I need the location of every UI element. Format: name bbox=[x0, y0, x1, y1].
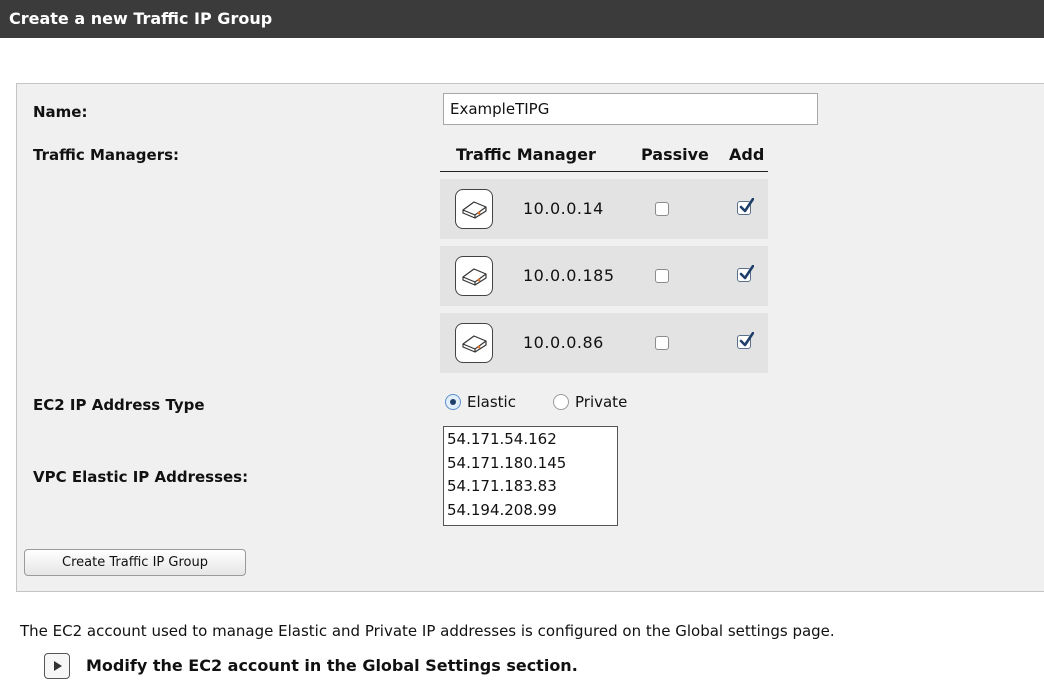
table-header-divider bbox=[440, 171, 768, 172]
name-field[interactable] bbox=[443, 93, 818, 125]
page-title: Create a new Traffic IP Group bbox=[0, 0, 1044, 38]
passive-column-header: Passive bbox=[641, 145, 709, 164]
list-item[interactable]: 54.171.54.162 bbox=[444, 428, 617, 452]
traffic-manager-ip: 10.0.0.86 bbox=[523, 333, 604, 352]
traffic-managers-label: Traffic Managers: bbox=[33, 146, 180, 164]
list-item[interactable]: 54.171.180.145 bbox=[444, 452, 617, 476]
traffic-manager-ip: 10.0.0.14 bbox=[523, 199, 604, 218]
server-icon bbox=[455, 323, 493, 363]
create-traffic-ip-group-button[interactable]: Create Traffic IP Group bbox=[24, 549, 246, 576]
vpc-elastic-ip-label: VPC Elastic IP Addresses: bbox=[33, 468, 249, 486]
traffic-manager-ip: 10.0.0.185 bbox=[523, 266, 615, 285]
elastic-radio-label: Elastic bbox=[467, 393, 516, 411]
traffic-manager-column-header: Traffic Manager bbox=[456, 145, 596, 164]
passive-checkbox[interactable] bbox=[655, 269, 669, 283]
list-item[interactable]: 54.171.183.83 bbox=[444, 475, 617, 499]
vpc-elastic-ip-listbox[interactable]: 54.171.54.162 54.171.180.145 54.171.183.… bbox=[443, 426, 618, 526]
modify-ec2-account-link[interactable]: Modify the EC2 account in the Global Set… bbox=[86, 656, 578, 675]
add-checkbox[interactable] bbox=[737, 198, 754, 215]
add-checkbox[interactable] bbox=[737, 332, 754, 349]
ec2-ip-type-label: EC2 IP Address Type bbox=[33, 396, 205, 414]
traffic-manager-row: 10.0.0.86 bbox=[440, 313, 768, 373]
private-radio-label: Private bbox=[575, 393, 628, 411]
passive-checkbox[interactable] bbox=[655, 336, 669, 350]
list-item[interactable]: 54.194.208.99 bbox=[444, 499, 617, 523]
traffic-manager-row: 10.0.0.14 bbox=[440, 179, 768, 239]
add-checkbox[interactable] bbox=[737, 265, 754, 282]
name-label: Name: bbox=[33, 103, 88, 121]
add-column-header: Add bbox=[729, 145, 765, 164]
elastic-radio[interactable] bbox=[445, 394, 461, 410]
private-radio[interactable] bbox=[553, 394, 569, 410]
server-icon bbox=[455, 256, 493, 296]
server-icon bbox=[455, 189, 493, 229]
ec2-account-info-text: The EC2 account used to manage Elastic a… bbox=[20, 622, 835, 640]
passive-checkbox[interactable] bbox=[655, 202, 669, 216]
traffic-manager-row: 10.0.0.185 bbox=[440, 246, 768, 306]
expand-arrow-icon[interactable] bbox=[44, 653, 70, 679]
